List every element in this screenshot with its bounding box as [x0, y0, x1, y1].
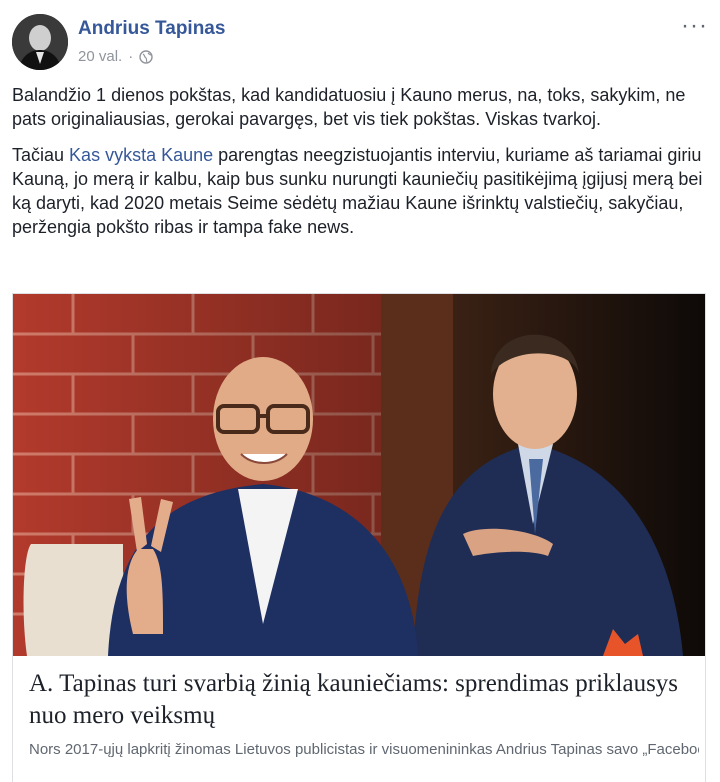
globe-icon[interactable] [139, 49, 153, 64]
ellipsis-icon[interactable]: ··· [681, 14, 708, 38]
post-paragraph-1: Balandžio 1 dienos pokštas, kad kandidat… [12, 85, 686, 129]
meta-separator: · [128, 48, 134, 65]
post-paragraph-2: Tačiau Kas vyksta Kaune parengtas neegzi… [12, 143, 708, 239]
author-name[interactable]: Andrius Tapinas [78, 18, 225, 40]
shared-link-card[interactable]: A. Tapinas turi svarbią žinią kauniečiam… [12, 293, 706, 782]
link-description: Nors 2017-ųjų lapkritį žinomas Lietuvos … [29, 741, 699, 758]
post-meta: 20 val. · [78, 48, 153, 65]
post-header: Andrius Tapinas 20 val. · ··· [12, 14, 708, 74]
author-avatar[interactable] [12, 14, 68, 70]
paragraph-2-start: Tačiau [12, 145, 70, 165]
link-title[interactable]: A. Tapinas turi svarbią žinią kauniečiam… [29, 668, 699, 732]
post-timestamp[interactable]: 20 val. [78, 48, 122, 65]
post-text: Balandžio 1 dienos pokštas, kad kandidat… [12, 83, 708, 251]
page-link-kas-vyksta-kaune[interactable]: Kas vyksta Kaune [69, 145, 213, 165]
link-preview-image[interactable] [13, 294, 705, 656]
